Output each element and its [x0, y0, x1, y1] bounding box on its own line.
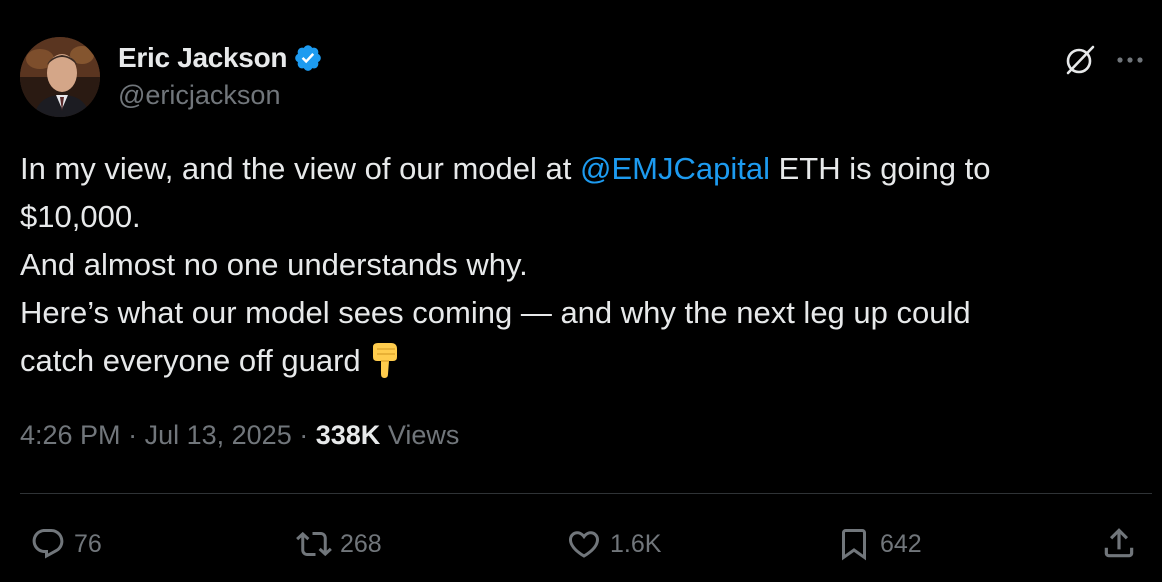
author-display-name[interactable]: Eric Jackson: [118, 42, 287, 74]
avatar[interactable]: [20, 37, 100, 117]
tweet-meta: 4:26 PM · Jul 13, 2025 · 338K Views: [20, 420, 459, 451]
tweet-line-2: $10,000.: [20, 199, 141, 234]
tweet-text-segment: In my view, and the view of our model at: [20, 151, 580, 186]
tweet-line-3: And almost no one understands why.: [20, 247, 528, 282]
author-name-row: Eric Jackson: [118, 40, 323, 76]
meta-separator: ·: [128, 420, 138, 450]
tweet-card: Eric Jackson @ericjackson In my view, an…: [0, 0, 1162, 582]
bookmark-button[interactable]: 642: [836, 524, 922, 564]
repost-icon: [296, 531, 332, 557]
repost-count: 268: [340, 529, 382, 558]
reply-button[interactable]: 76: [30, 524, 102, 564]
tweet-time[interactable]: 4:26 PM: [20, 420, 121, 450]
reply-count: 76: [74, 529, 102, 558]
bookmark-count: 642: [880, 529, 922, 558]
views-label: Views: [387, 420, 460, 450]
backhand-index-pointing-down-icon: [372, 343, 397, 378]
grok-icon[interactable]: [1062, 42, 1098, 78]
mention-link[interactable]: @EMJCapital: [580, 151, 770, 186]
tweet-line-5: catch everyone off guard: [20, 337, 1140, 385]
tweet-text-segment: ETH is going to: [769, 151, 991, 186]
verified-badge-icon[interactable]: [293, 43, 323, 73]
reply-icon: [32, 529, 64, 559]
divider: [20, 493, 1152, 494]
share-icon[interactable]: [1100, 524, 1138, 562]
heart-icon: [568, 531, 600, 558]
avatar-photo: [20, 37, 100, 117]
tweet-text: In my view, and the view of our model at…: [20, 145, 1140, 385]
more-options-icon[interactable]: [1112, 50, 1148, 70]
author-handle[interactable]: @ericjackson: [118, 80, 280, 111]
views-count[interactable]: 338K: [316, 420, 381, 450]
tweet-text-segment: catch everyone off guard: [20, 343, 361, 378]
tweet-line-4: Here’s what our model sees coming — and …: [20, 295, 971, 330]
bookmark-icon: [842, 529, 866, 561]
like-button[interactable]: 1.6K: [566, 524, 661, 564]
like-count: 1.6K: [610, 529, 662, 558]
repost-button[interactable]: 268: [296, 524, 382, 564]
meta-separator: ·: [299, 420, 309, 450]
tweet-date[interactable]: Jul 13, 2025: [145, 420, 292, 450]
tweet-line-1: In my view, and the view of our model at…: [20, 145, 1140, 193]
